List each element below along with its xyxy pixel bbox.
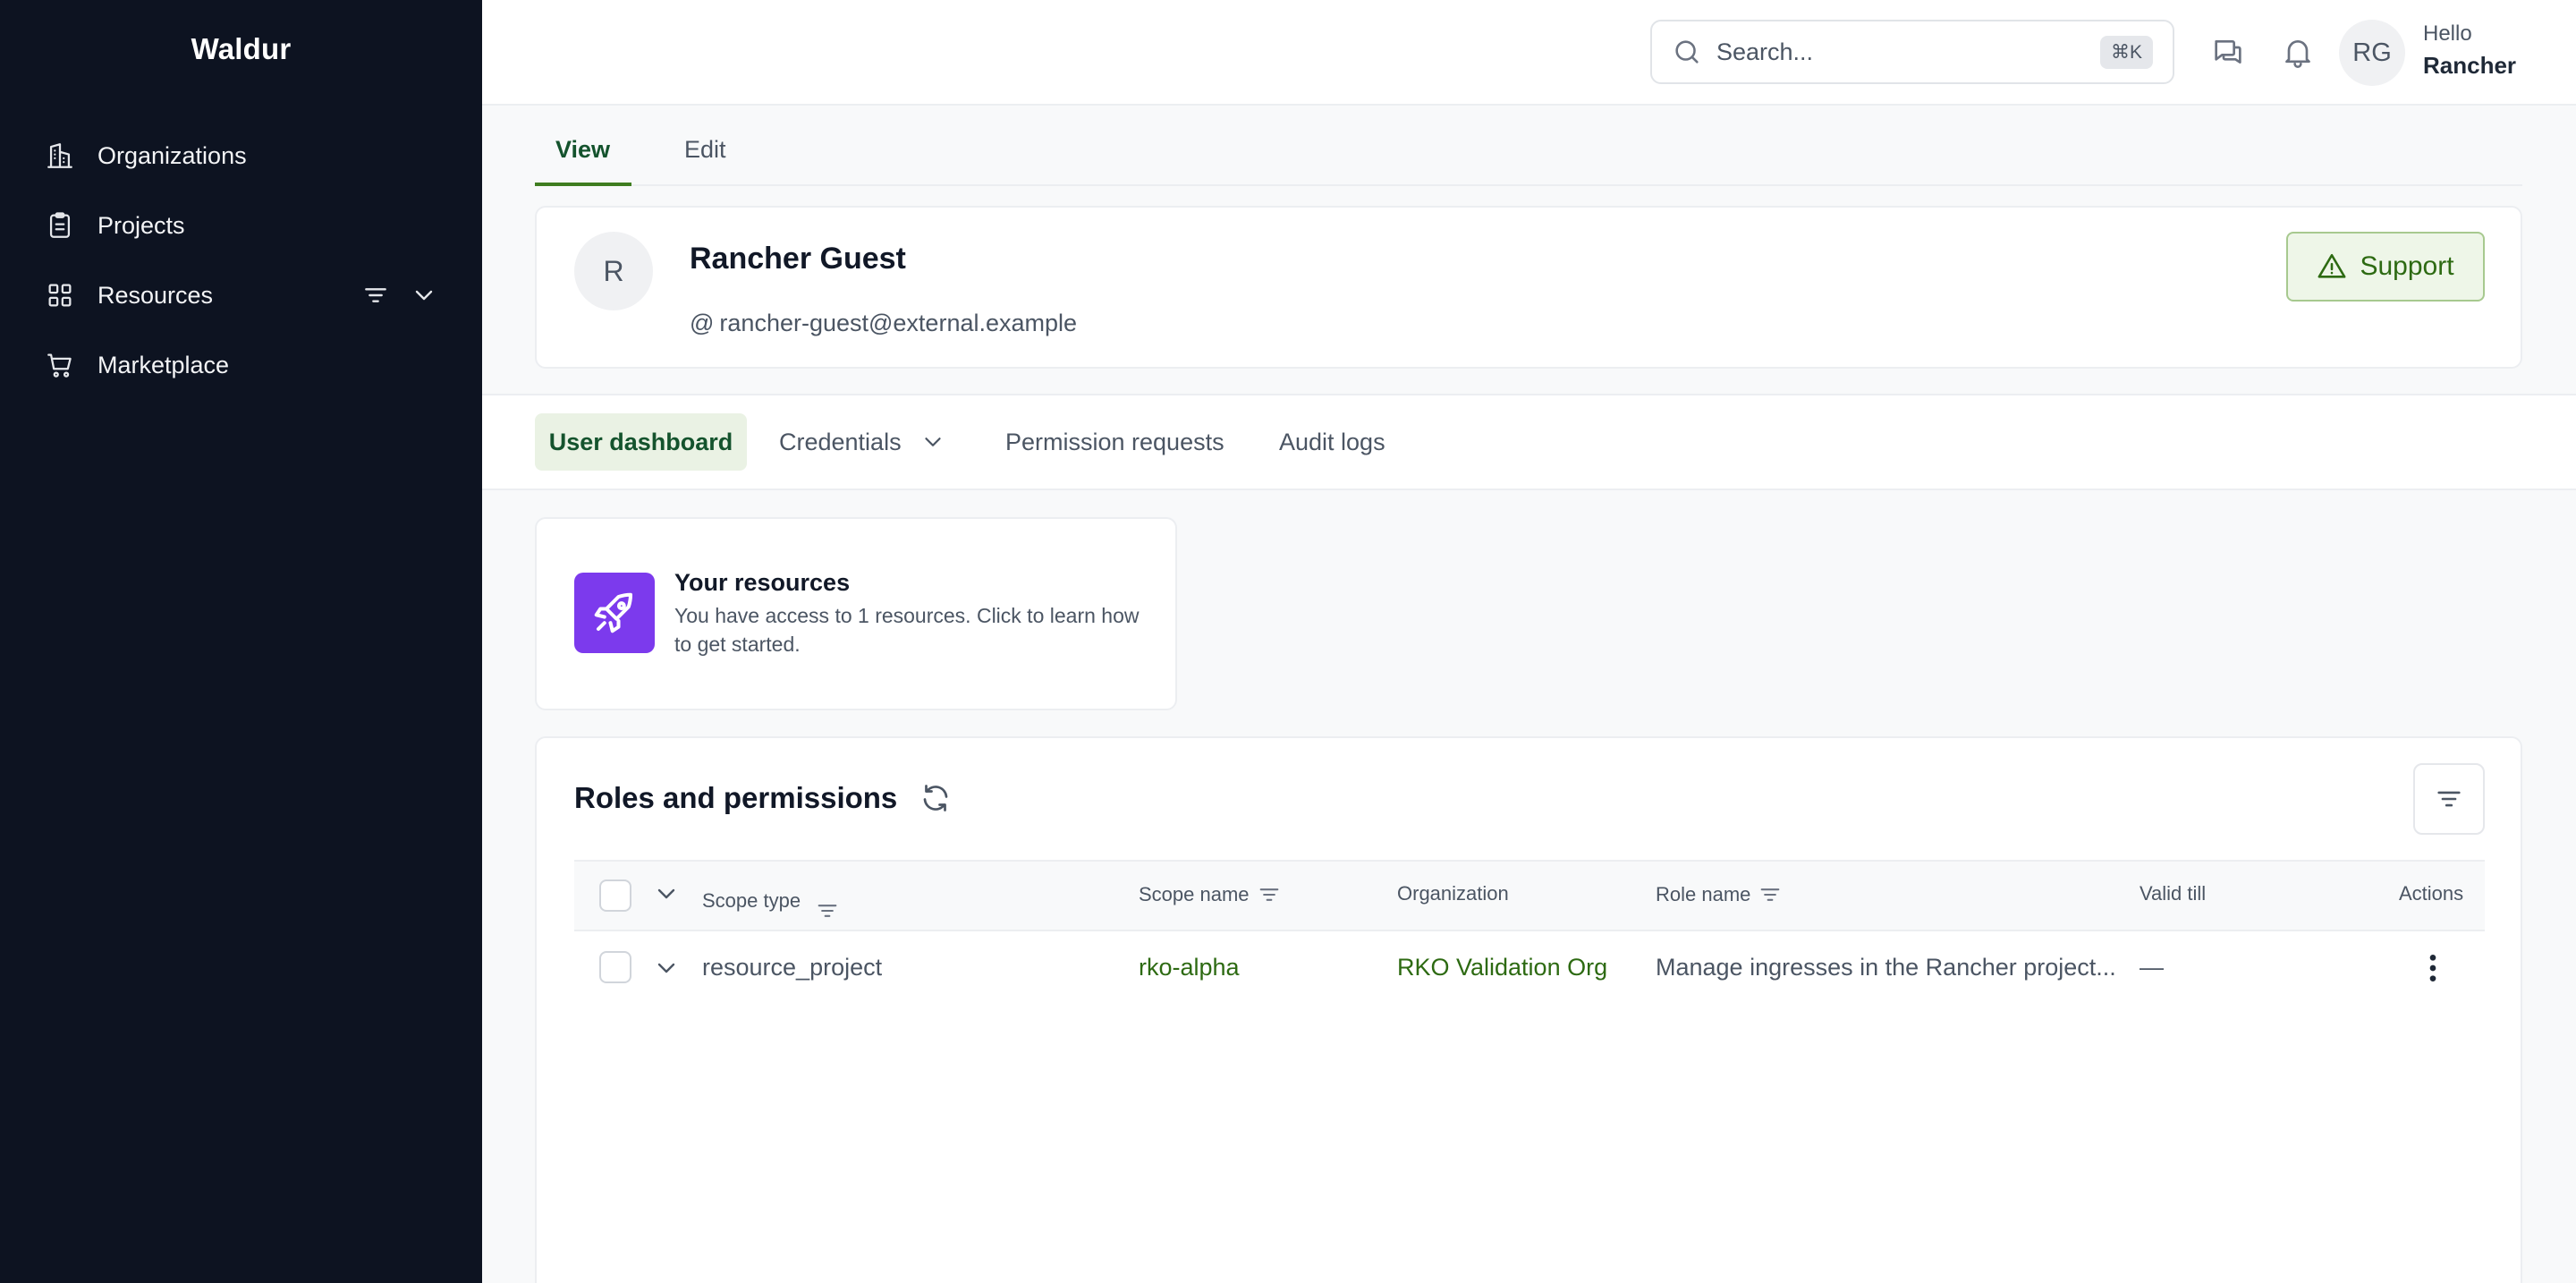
roles-title: Roles and permissions [574,781,898,814]
column-valid-till: Valid till [2140,882,2206,905]
chevron-down-icon[interactable] [410,281,438,310]
tab-edit[interactable]: Edit [684,136,726,164]
column-label: Valid till [2140,882,2207,905]
resources-card-title: Your resources [674,569,851,596]
clipboard-icon [49,212,71,238]
column-label: Scope type [702,889,801,912]
user-avatar[interactable]: RG [2339,20,2405,86]
chat-icon[interactable] [2210,34,2246,70]
search-placeholder: Search... [1716,38,1814,65]
sidebar-item-label: Organizations [97,141,247,169]
column-scope-name[interactable]: Scope name [1139,882,1282,907]
rocket-badge [574,573,655,653]
tab-view[interactable]: View [555,136,610,164]
sidebar-item-label: Marketplace [97,351,230,378]
filter-icon[interactable] [815,898,840,923]
building-icon [47,143,72,168]
cell-valid-till: — [2140,954,2164,981]
greeting-user-name[interactable]: Rancher [2423,52,2516,80]
column-role-name[interactable]: Role name [1656,882,1783,907]
column-actions: Actions [2399,882,2463,905]
filter-icon [2437,791,2461,807]
row-checkbox[interactable] [599,951,631,983]
expand-all-chevron-icon[interactable] [652,879,681,908]
filter-icon[interactable] [1257,882,1282,907]
support-button[interactable]: Support [2286,232,2485,302]
top-header: Search... ⌘K RG Hello Rancher [482,0,2576,106]
column-label: Organization [1397,882,1509,905]
search-shortcut-badge: ⌘K [2099,35,2153,69]
tab-audit-logs[interactable]: Audit logs [1279,413,1385,471]
sidebar-item-organizations[interactable]: Organizations [45,129,438,183]
cell-role-name: Manage ingresses in the Rancher project.… [1656,954,2116,981]
column-label: Scope name [1139,883,1250,905]
sidebar-item-marketplace[interactable]: Marketplace [45,338,438,392]
filter-icon[interactable] [361,281,390,310]
sidebar: Waldur Organizations Projects Resources … [0,0,482,1283]
search-icon [1675,40,1699,64]
cell-scope-type: resource_project [702,954,883,981]
tab-user-dashboard[interactable]: User dashboard [535,413,747,471]
expand-row-chevron-icon[interactable] [652,954,681,982]
support-button-label: Support [2360,251,2454,281]
roles-card [535,736,2522,1283]
rocket-icon [594,592,633,633]
search-input[interactable]: Search... ⌘K [1650,20,2174,84]
greeting-text: Hello [2423,21,2472,46]
resources-card-description: You have access to 1 resources. Click to… [674,604,1140,656]
tab-permission-requests[interactable]: Permission requests [1005,413,1224,471]
warning-triangle-icon [2318,253,2346,278]
tab-credentials-label: Credentials [779,428,902,455]
column-label: Actions [2399,882,2464,905]
profile-email-value: rancher-guest@external.example [719,310,1078,336]
sidebar-item-resources[interactable]: Resources [45,268,438,322]
cell-organization-link[interactable]: RKO Validation Org [1397,954,1607,981]
table-filter-button[interactable] [2413,763,2485,835]
resources-controls [361,281,438,310]
cell-scope-name-link[interactable]: rko-alpha [1139,954,1240,981]
profile-email: @ rancher-guest@external.example [690,310,1077,337]
sidebar-item-label: Projects [97,211,185,239]
sidebar-item-projects[interactable]: Projects [45,199,438,252]
chevron-down-icon [924,438,941,446]
sidebar-item-label: Resources [97,281,214,309]
active-tab-indicator [535,183,631,186]
tab-credentials[interactable]: Credentials [779,413,946,471]
profile-name: Rancher Guest [690,242,906,276]
column-organization: Organization [1397,882,1509,905]
profile-card [535,206,2522,369]
bell-icon[interactable] [2280,34,2316,70]
refresh-icon[interactable] [919,782,952,814]
profile-avatar: R [574,232,653,310]
filter-icon[interactable] [1758,882,1783,907]
column-scope-type[interactable]: Scope type [702,879,840,923]
profile-tabs-divider [535,184,2522,186]
grid-icon [48,284,72,307]
select-all-checkbox[interactable] [599,879,631,912]
row-actions-kebab-icon[interactable] [2419,950,2447,986]
brand-logo[interactable]: Waldur [0,32,482,66]
cart-icon [47,353,72,378]
column-label: Role name [1656,883,1751,905]
at-sign-icon: @ [690,310,715,336]
